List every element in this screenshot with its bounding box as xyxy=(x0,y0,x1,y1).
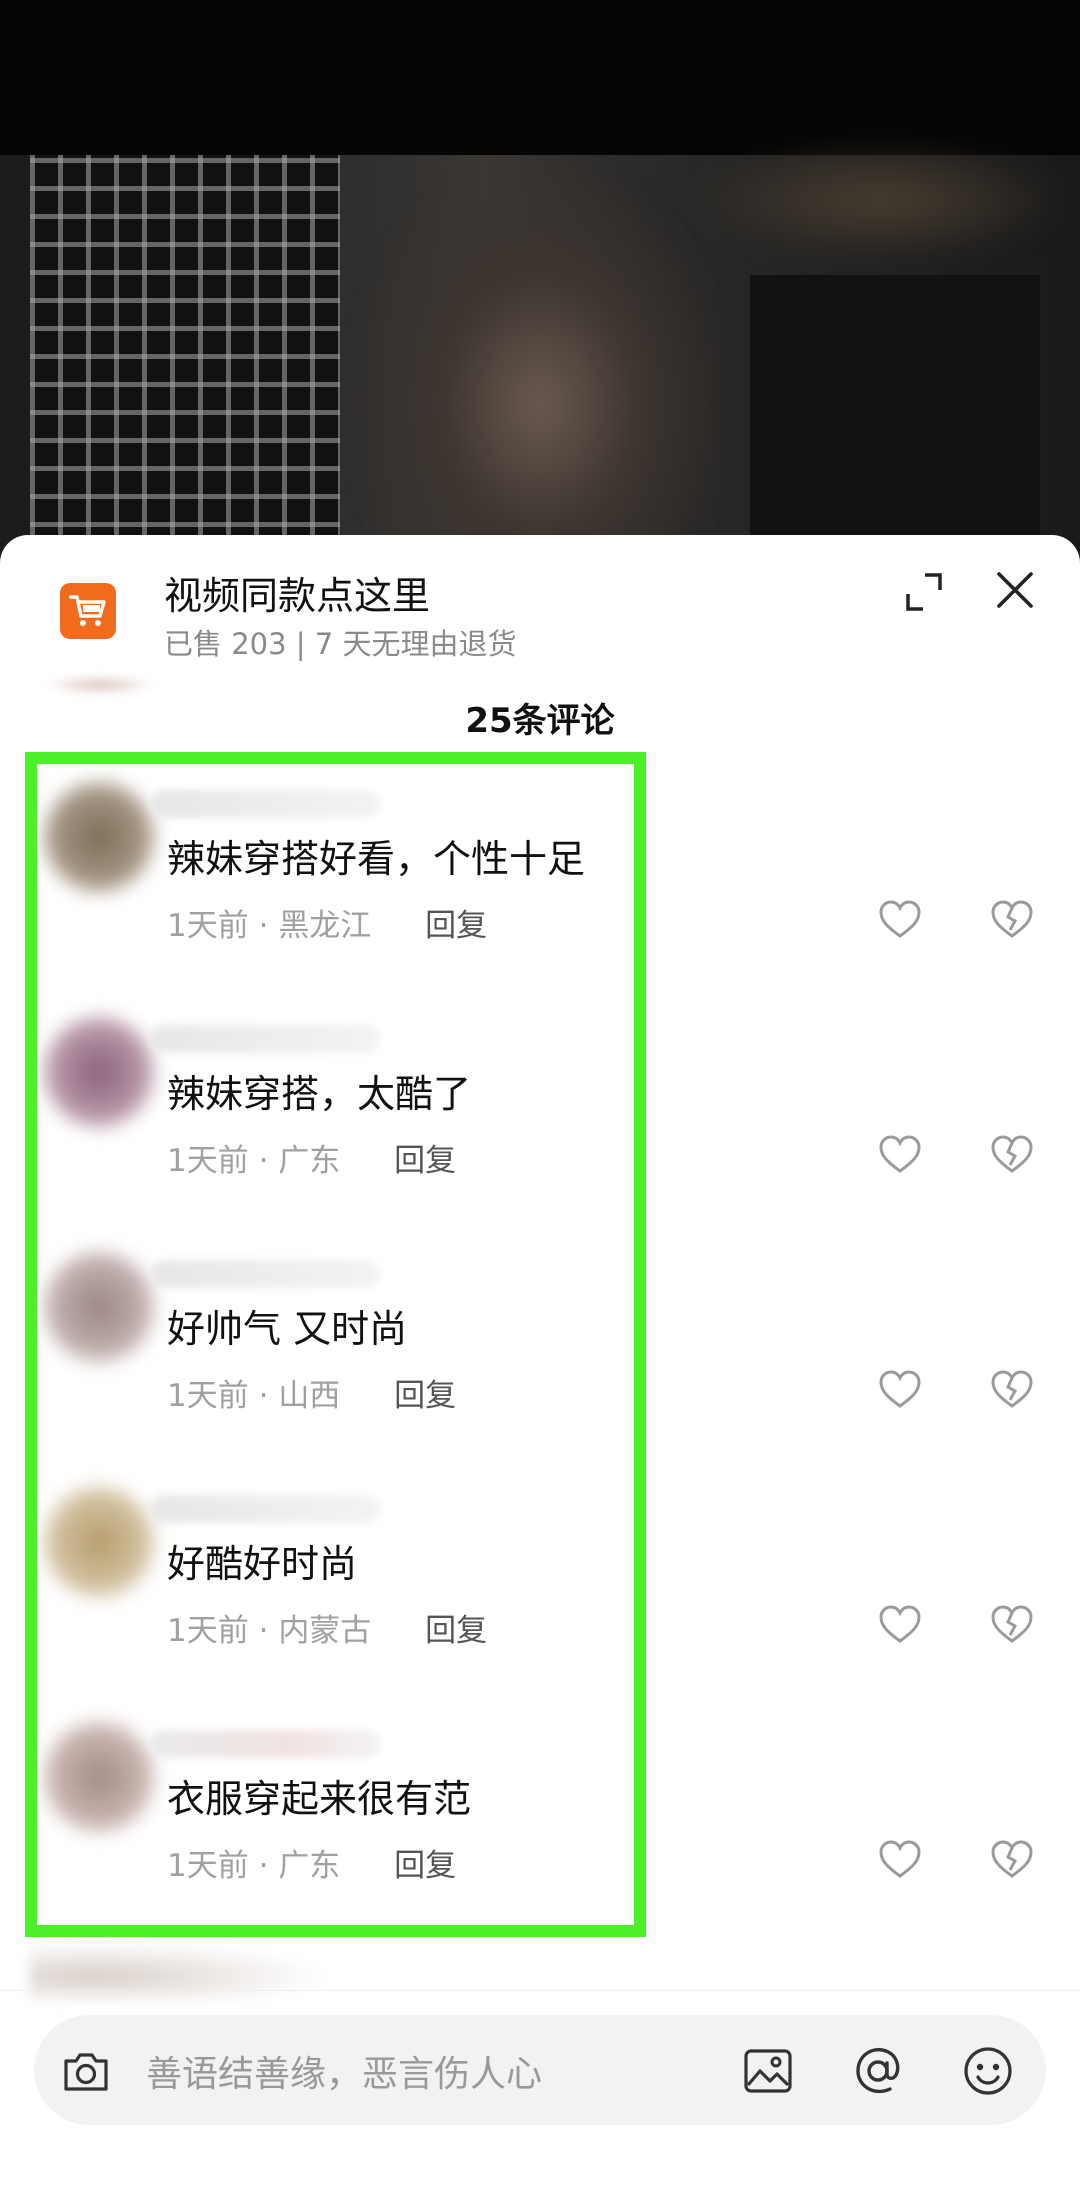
video-blurred-person xyxy=(360,170,720,560)
comment-time: 1天前 xyxy=(167,1143,249,1179)
avatar[interactable] xyxy=(44,1017,154,1127)
username[interactable] xyxy=(150,790,380,818)
product-subtitle: 已售 203 | 7 天无理由退货 xyxy=(164,627,517,661)
comment-text: 辣妹穿搭，太酷了 xyxy=(167,1072,472,1116)
comment-location: 广东 xyxy=(278,1143,341,1179)
emoji-icon[interactable] xyxy=(960,2043,1016,2099)
username[interactable] xyxy=(150,1025,380,1053)
avatar[interactable] xyxy=(44,782,154,892)
comment-count: 25条评论 xyxy=(465,701,615,741)
broken-heart-icon[interactable] xyxy=(988,1836,1036,1884)
comment-item[interactable]: 好酷好时尚 1天前 · 内蒙古 回复 xyxy=(0,1455,1080,1690)
comment-location: 黑龙江 xyxy=(278,908,372,944)
comment-meta: 1天前 · 广东 回复 xyxy=(167,1848,457,1884)
avatar[interactable] xyxy=(44,1722,154,1832)
avatar[interactable] xyxy=(44,1252,154,1362)
partial-avatar xyxy=(45,675,155,695)
comment-item[interactable]: 辣妹穿搭好看，个性十足 1天前 · 黑龙江 回复 xyxy=(0,750,1080,985)
comment-sheet: 视频同款点这里 已售 203 | 7 天无理由退货 25条评论 辣妹穿搭好看，个… xyxy=(0,535,1080,2200)
comment-input[interactable]: 善语结善缘，恶言伤人心 xyxy=(146,2045,542,2097)
divider xyxy=(0,1990,1080,1991)
heart-icon[interactable] xyxy=(876,1366,924,1414)
reply-button[interactable]: 回复 xyxy=(394,1378,456,1414)
video-grille-pattern xyxy=(30,155,340,555)
reply-button[interactable]: 回复 xyxy=(394,1848,456,1884)
comment-item[interactable]: 衣服穿起来很有范 1天前 · 广东 回复 xyxy=(0,1690,1080,1925)
comment-text: 好酷好时尚 xyxy=(167,1542,358,1586)
comment-text: 衣服穿起来很有范 xyxy=(167,1777,472,1821)
comment-location: 山西 xyxy=(278,1378,341,1414)
heart-icon[interactable] xyxy=(876,1131,924,1179)
partial-comment xyxy=(30,1940,350,2000)
username[interactable] xyxy=(150,1260,380,1288)
username[interactable] xyxy=(150,1495,380,1523)
comment-meta: 1天前 · 广东 回复 xyxy=(167,1143,457,1179)
comment-item[interactable]: 好帅气 又时尚 1天前 · 山西 回复 xyxy=(0,1220,1080,1455)
image-icon[interactable] xyxy=(740,2043,796,2099)
broken-heart-icon[interactable] xyxy=(988,1601,1036,1649)
camera-icon[interactable] xyxy=(58,2043,114,2099)
mention-icon[interactable] xyxy=(850,2043,906,2099)
comment-text: 辣妹穿搭好看，个性十足 xyxy=(167,837,586,881)
broken-heart-icon[interactable] xyxy=(988,896,1036,944)
shopping-cart-icon xyxy=(60,583,116,639)
comment-time: 1天前 xyxy=(167,908,249,944)
comment-location: 广东 xyxy=(278,1848,341,1884)
comment-meta: 1天前 · 山西 回复 xyxy=(167,1378,457,1414)
broken-heart-icon[interactable] xyxy=(988,1366,1036,1414)
video-player[interactable] xyxy=(0,0,1080,560)
comment-location: 内蒙古 xyxy=(278,1613,372,1649)
heart-icon[interactable] xyxy=(876,1836,924,1884)
broken-heart-icon[interactable] xyxy=(988,1131,1036,1179)
comment-time: 1天前 xyxy=(167,1378,249,1414)
reply-button[interactable]: 回复 xyxy=(425,1613,487,1649)
video-dark-panel xyxy=(750,275,1040,560)
avatar[interactable] xyxy=(44,1487,154,1597)
product-title: 视频同款点这里 xyxy=(164,574,431,618)
comment-text: 好帅气 又时尚 xyxy=(167,1307,408,1351)
comment-time: 1天前 xyxy=(167,1613,249,1649)
expand-icon[interactable] xyxy=(900,567,950,617)
comment-item[interactable]: 辣妹穿搭，太酷了 1天前 · 广东 回复 xyxy=(0,985,1080,1220)
username[interactable] xyxy=(150,1730,380,1758)
close-icon[interactable] xyxy=(990,565,1040,615)
comment-input-bar[interactable]: 善语结善缘，恶言伤人心 xyxy=(34,2015,1046,2125)
video-blurred-light xyxy=(690,140,1070,260)
heart-icon[interactable] xyxy=(876,1601,924,1649)
comment-meta: 1天前 · 黑龙江 回复 xyxy=(167,908,488,944)
heart-icon[interactable] xyxy=(876,896,924,944)
comment-time: 1天前 xyxy=(167,1848,249,1884)
reply-button[interactable]: 回复 xyxy=(394,1143,456,1179)
reply-button[interactable]: 回复 xyxy=(425,908,487,944)
comment-meta: 1天前 · 内蒙古 回复 xyxy=(167,1613,488,1649)
